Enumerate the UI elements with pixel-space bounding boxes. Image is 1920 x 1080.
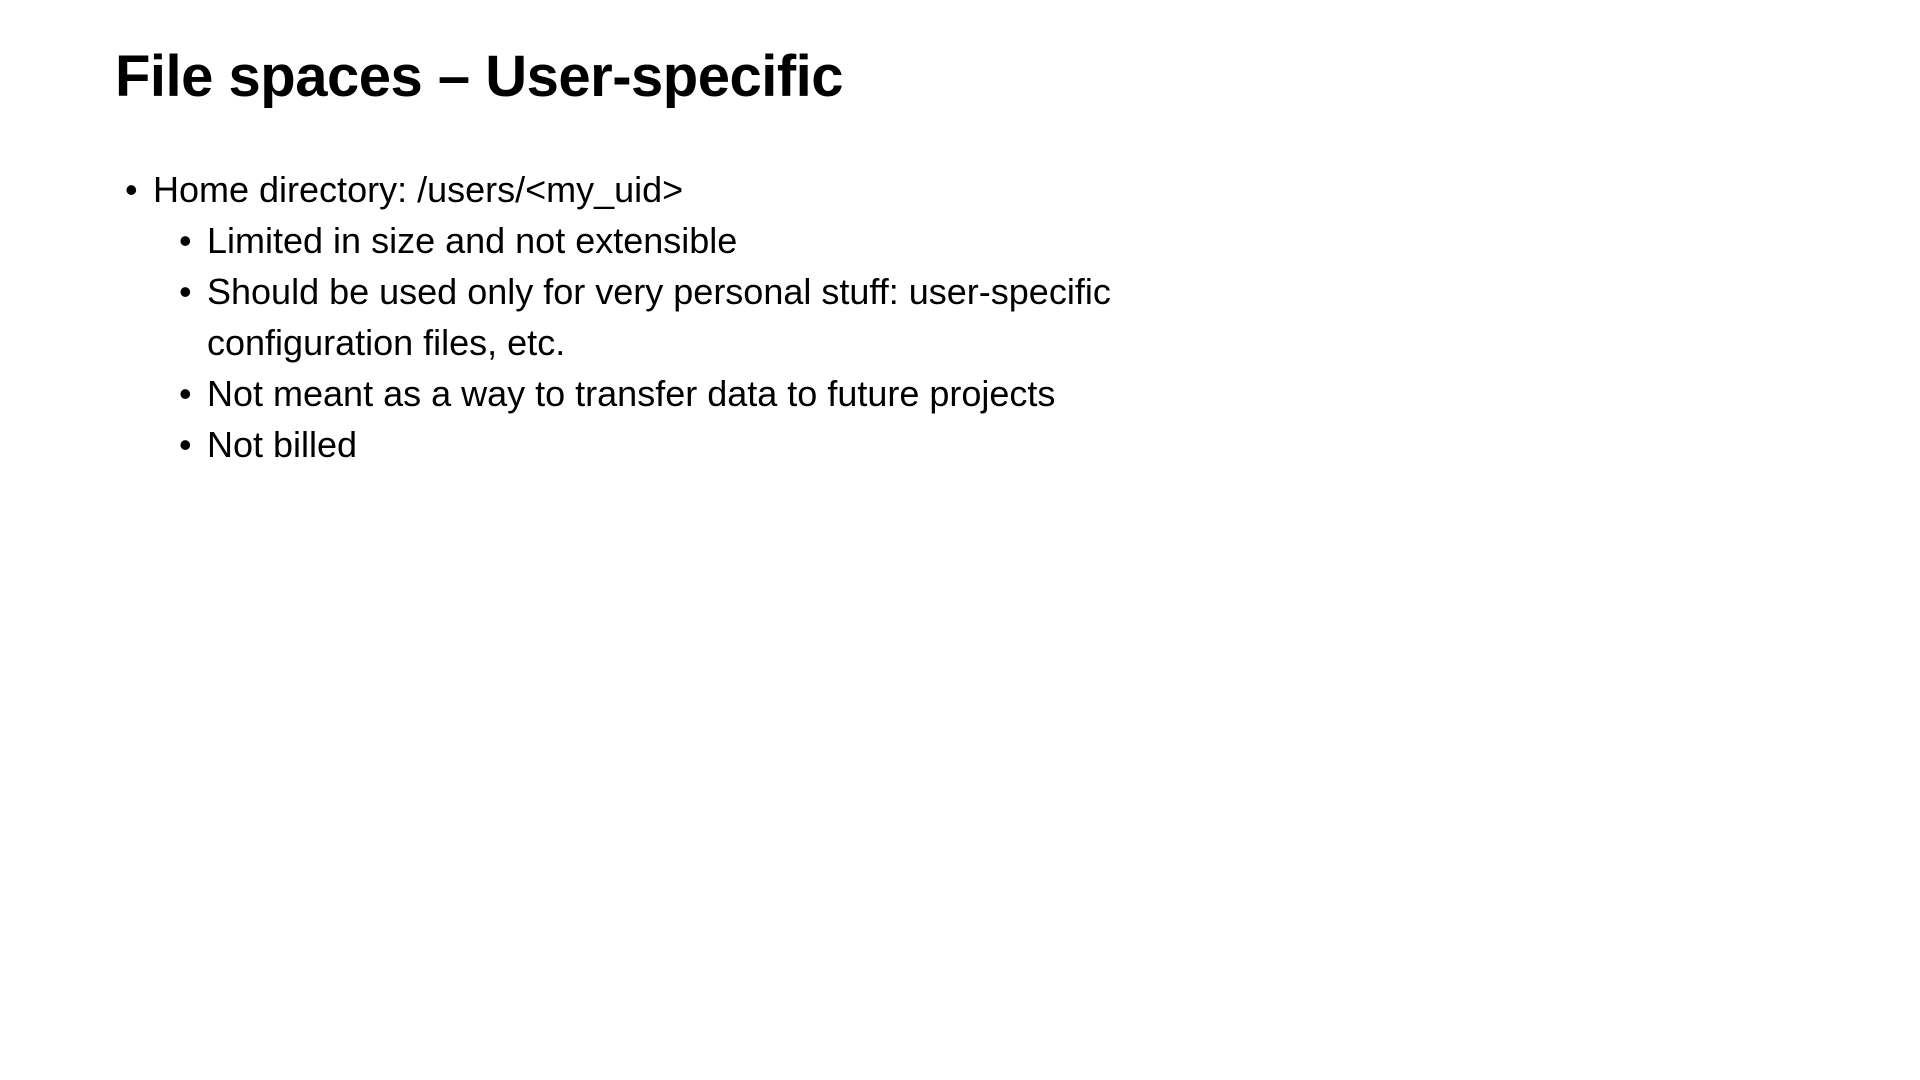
list-item: Home directory: /users/<my_uid> Limited …	[125, 164, 1325, 471]
sub-bullet-list: Limited in size and not extensible Shoul…	[153, 215, 1325, 471]
bullet-list: Home directory: /users/<my_uid> Limited …	[115, 164, 1325, 471]
bullet-text: Home directory: /users/<my_uid>	[153, 169, 683, 210]
bullet-text: Not meant as a way to transfer data to f…	[207, 373, 1055, 414]
list-item: Not billed	[179, 419, 1325, 470]
list-item: Not meant as a way to transfer data to f…	[179, 368, 1325, 419]
bullet-text: Should be used only for very personal st…	[207, 271, 1111, 363]
slide-title: File spaces – User-specific	[115, 45, 1325, 109]
bullet-text: Limited in size and not extensible	[207, 220, 737, 261]
slide: File spaces – User-specific Home directo…	[0, 0, 1440, 810]
bullet-text: Not billed	[207, 424, 357, 465]
list-item: Limited in size and not extensible	[179, 215, 1325, 266]
list-item: Should be used only for very personal st…	[179, 266, 1325, 368]
